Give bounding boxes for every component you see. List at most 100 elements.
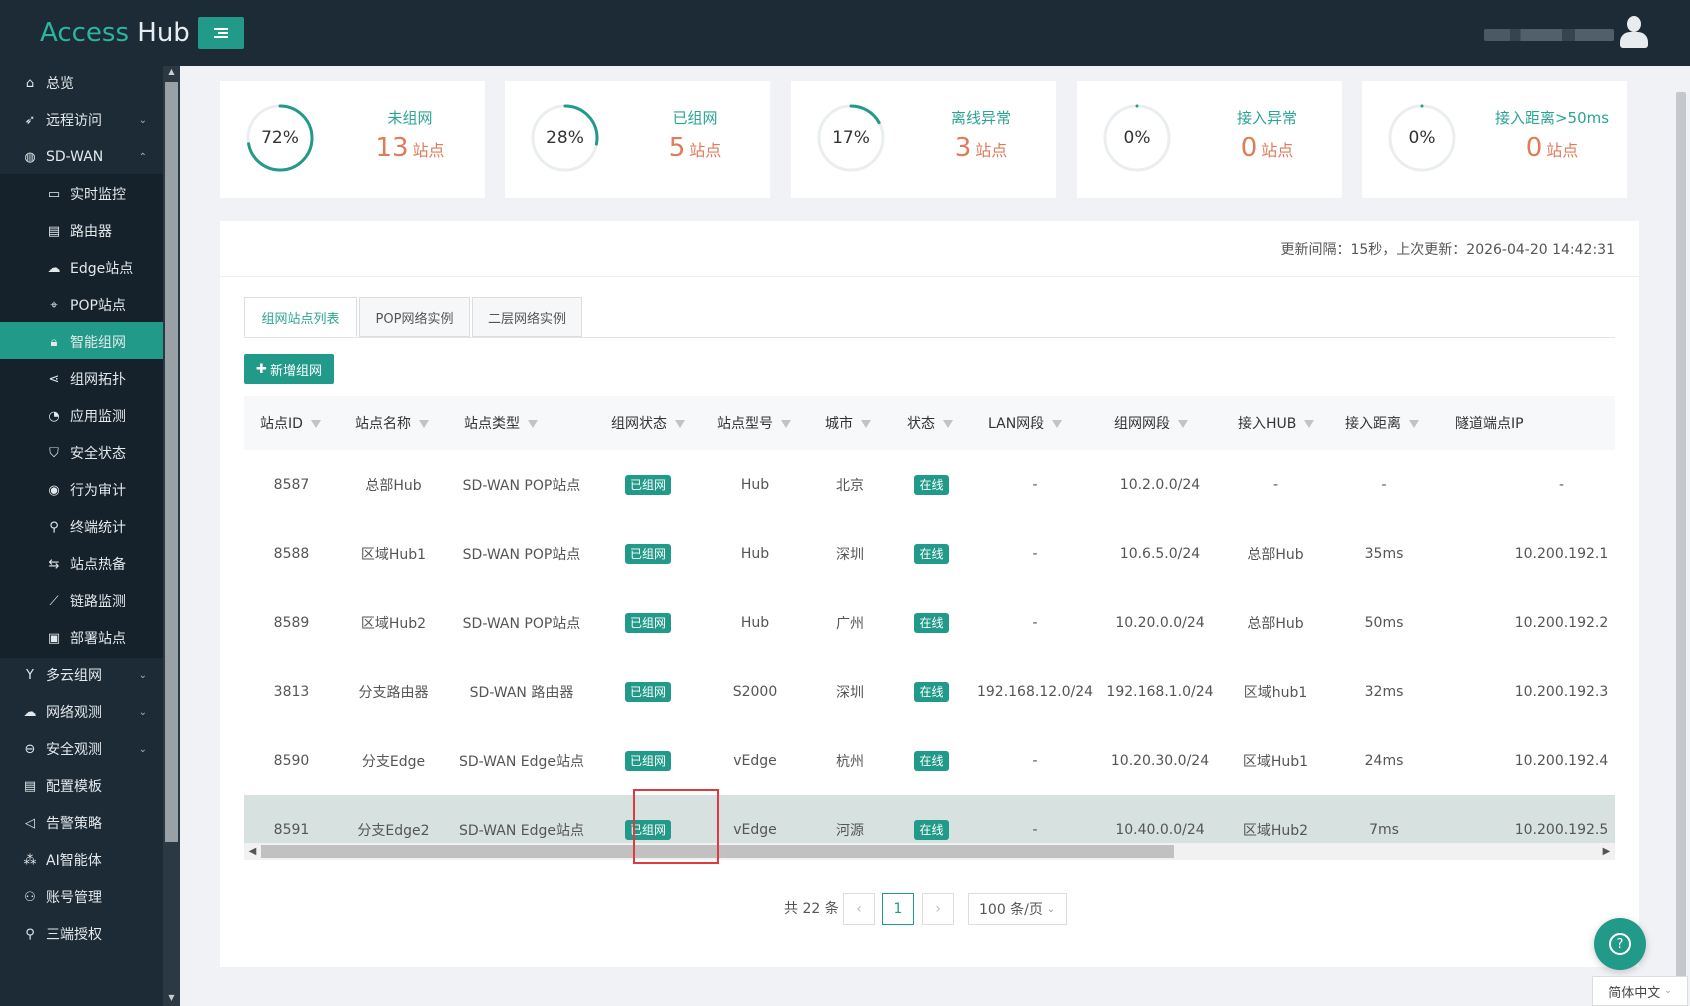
sidebar-item[interactable]: ▣ 部署站点 xyxy=(0,618,163,658)
tab-network-site-list[interactable]: 组网站点列表 xyxy=(244,297,357,337)
table-cell: 10.200.192.2 xyxy=(1514,614,1609,631)
chevron-down-icon: ⌄ xyxy=(138,743,147,755)
page-1-button[interactable]: 1 xyxy=(882,893,914,925)
table-row[interactable]: 3813 分支路由器 SD-WAN 路由器 已组网 S2000 深圳 在线 192.168.1… xyxy=(244,657,1615,726)
main-scrollbar[interactable] xyxy=(1672,66,1690,1006)
table-cell: 已组网 xyxy=(595,588,701,657)
filter-icon[interactable] xyxy=(528,420,538,428)
table-cell: 10.2.0.0/24 xyxy=(1119,476,1201,493)
share-icon: ⋖ xyxy=(48,371,60,387)
column-header[interactable]: 隧道端点IP xyxy=(1439,396,1615,450)
sidebar-item-label: 安全状态 xyxy=(70,446,126,462)
sidebar-scrollbar[interactable]: ▲ ▼ xyxy=(163,66,180,1006)
sidebar-item[interactable]: ◁ 告警策略 xyxy=(0,803,163,843)
table-cell: 10.200.192.5 xyxy=(1439,795,1615,844)
sidebar-item-label: 多云组网 xyxy=(46,668,102,684)
next-page-button[interactable]: › xyxy=(922,893,954,925)
filter-icon[interactable] xyxy=(1052,420,1063,428)
sidebar-item[interactable]: ⇆ 站点热备 xyxy=(0,544,163,584)
table-horizontal-scrollbar[interactable]: ◀ ▶ xyxy=(244,843,1615,860)
filter-icon[interactable] xyxy=(310,420,321,428)
filter-icon[interactable] xyxy=(1409,420,1419,428)
table-cell: SD-WAN POP站点 xyxy=(462,477,581,494)
tab-pop-network-instance[interactable]: POP网络实例 xyxy=(359,297,470,337)
sidebar-item[interactable]: ⌂ 总览 xyxy=(0,66,163,103)
table-row[interactable]: 8587 总部Hub SD-WAN POP站点 已组网 Hub 北京 在线 - 10.2.0.0… xyxy=(244,450,1615,519)
filter-icon[interactable] xyxy=(1304,420,1315,428)
table-cell: 已组网 xyxy=(595,726,701,795)
sidebar-item[interactable]: ▤ 路由器 xyxy=(0,211,163,251)
column-header[interactable]: LAN网段 xyxy=(972,396,1098,450)
scroll-down-icon[interactable]: ▼ xyxy=(167,994,176,1002)
user-avatar-icon[interactable] xyxy=(1620,16,1648,48)
column-header[interactable]: 站点类型 xyxy=(448,396,595,450)
table-cell: 河源 xyxy=(809,795,891,844)
sidebar-item[interactable]: ⟋ 链路监测 xyxy=(0,581,163,621)
sidebar-item-label: 路由器 xyxy=(70,224,112,240)
filter-icon[interactable] xyxy=(1178,420,1188,428)
table-cell: 深圳 xyxy=(836,546,864,563)
language-select[interactable]: 简体中文 ⌄ xyxy=(1592,976,1688,1006)
prev-page-button[interactable]: ‹ xyxy=(843,893,875,925)
column-header[interactable]: 接入距离 xyxy=(1329,396,1439,450)
sidebar-item[interactable]: ☁ 网络观测 ⌄ xyxy=(0,692,163,732)
page-size-select[interactable]: 100 条/页 ⌄ xyxy=(968,893,1067,925)
main-scroll-thumb[interactable] xyxy=(1676,92,1686,1006)
column-header[interactable]: 状态 xyxy=(891,396,972,450)
sidebar-item[interactable]: 🔒︎ 智能组网 xyxy=(0,322,163,362)
sidebar-item[interactable]: ⁂ AI智能体 xyxy=(0,840,163,880)
table-cell: 50ms xyxy=(1364,614,1404,631)
sidebar-item[interactable]: ☁ Edge站点 xyxy=(0,248,163,288)
sidebar-item[interactable]: ⚲ 终端统计 xyxy=(0,507,163,547)
sidebar-item[interactable]: ▭ 实时监控 xyxy=(0,174,163,214)
update-info: 更新间隔：15秒，上次更新：2026-04-20 14:42:31 xyxy=(1280,242,1615,258)
column-header[interactable]: 组网网段 xyxy=(1098,396,1222,450)
sidebar-item[interactable]: ⋖ 组网拓扑 xyxy=(0,359,163,399)
scroll-right-icon[interactable]: ▶ xyxy=(1598,845,1615,858)
sidebar-item[interactable]: ⚇ 账号管理 xyxy=(0,877,163,917)
column-header[interactable]: 站点名称 xyxy=(339,396,448,450)
filter-icon[interactable] xyxy=(675,420,685,428)
filter-icon[interactable] xyxy=(943,420,953,428)
menu-toggle-button[interactable] xyxy=(198,17,244,49)
table-row[interactable]: 8590 分支Edge SD-WAN Edge站点 已组网 vEdge 杭州 在线 - 10.2… xyxy=(244,726,1615,795)
scroll-left-icon[interactable]: ◀ xyxy=(244,845,261,858)
column-header[interactable]: 接入HUB xyxy=(1222,396,1329,450)
sidebar-item-label: 行为审计 xyxy=(70,483,126,499)
network-status-badge: 已组网 xyxy=(624,612,671,633)
stat-title: 接入异常 xyxy=(1236,109,1297,127)
column-header[interactable]: 组网状态 xyxy=(595,396,701,450)
add-network-button[interactable]: ✚ 新增组网 xyxy=(244,354,334,384)
sidebar-item[interactable]: ⛉ 安全状态 xyxy=(0,433,163,473)
sidebar-item[interactable]: ⊖ 安全观测 ⌄ xyxy=(0,729,163,769)
table-cell: SD-WAN 路由器 xyxy=(469,684,574,701)
sidebar-item-label: 告警策略 xyxy=(46,816,102,832)
table-row[interactable]: 8591 分支Edge2 SD-WAN Edge站点 已组网 vEdge 河源 在线 -10.… xyxy=(244,795,1615,844)
tab-layer2-network-instance[interactable]: 二层网络实例 xyxy=(472,297,582,337)
sidebar-scroll-thumb[interactable] xyxy=(165,82,178,842)
sidebar-item[interactable]: Y 多云组网 ⌄ xyxy=(0,655,163,695)
sidebar-item[interactable]: ◔ 应用监测 xyxy=(0,396,163,436)
sidebar-item[interactable]: ▤ 配置模板 xyxy=(0,766,163,806)
sidebar-item[interactable]: ➶ 远程访问 ⌄ xyxy=(0,100,163,140)
column-header[interactable]: 城市 xyxy=(809,396,891,450)
filter-icon[interactable] xyxy=(861,420,871,428)
table-cell: 8588 xyxy=(273,545,310,562)
table-row[interactable]: 8588 区域Hub1 SD-WAN POP站点 已组网 Hub 深圳 在线 - 10.6.5.… xyxy=(244,519,1615,588)
filter-icon[interactable] xyxy=(419,420,429,428)
table-row[interactable]: 8589 区域Hub2 SD-WAN POP站点 已组网 Hub 广州 在线 - 10.20.0… xyxy=(244,588,1615,657)
column-header[interactable]: 站点ID xyxy=(244,396,339,450)
sidebar-item[interactable]: ◍ SD-WAN ⌃ xyxy=(0,137,163,177)
sidebar-item-label: 终端统计 xyxy=(70,520,126,536)
help-button[interactable]: ? xyxy=(1594,918,1646,970)
sidebar-item[interactable]: ⚲ 三端授权 xyxy=(0,914,163,954)
filter-icon[interactable] xyxy=(781,420,791,428)
column-header[interactable]: 站点型号 xyxy=(701,396,809,450)
table-scroll-thumb[interactable] xyxy=(261,845,1174,858)
scroll-up-icon[interactable]: ▲ xyxy=(167,68,176,76)
chevron-down-icon: ⌄ xyxy=(138,114,147,126)
table-cell: vEdge xyxy=(701,795,809,844)
sidebar-item[interactable]: ⌖ POP站点 xyxy=(0,285,163,325)
cloud-icon: ☁ xyxy=(47,260,61,276)
sidebar-item[interactable]: ◉ 行为审计 xyxy=(0,470,163,510)
